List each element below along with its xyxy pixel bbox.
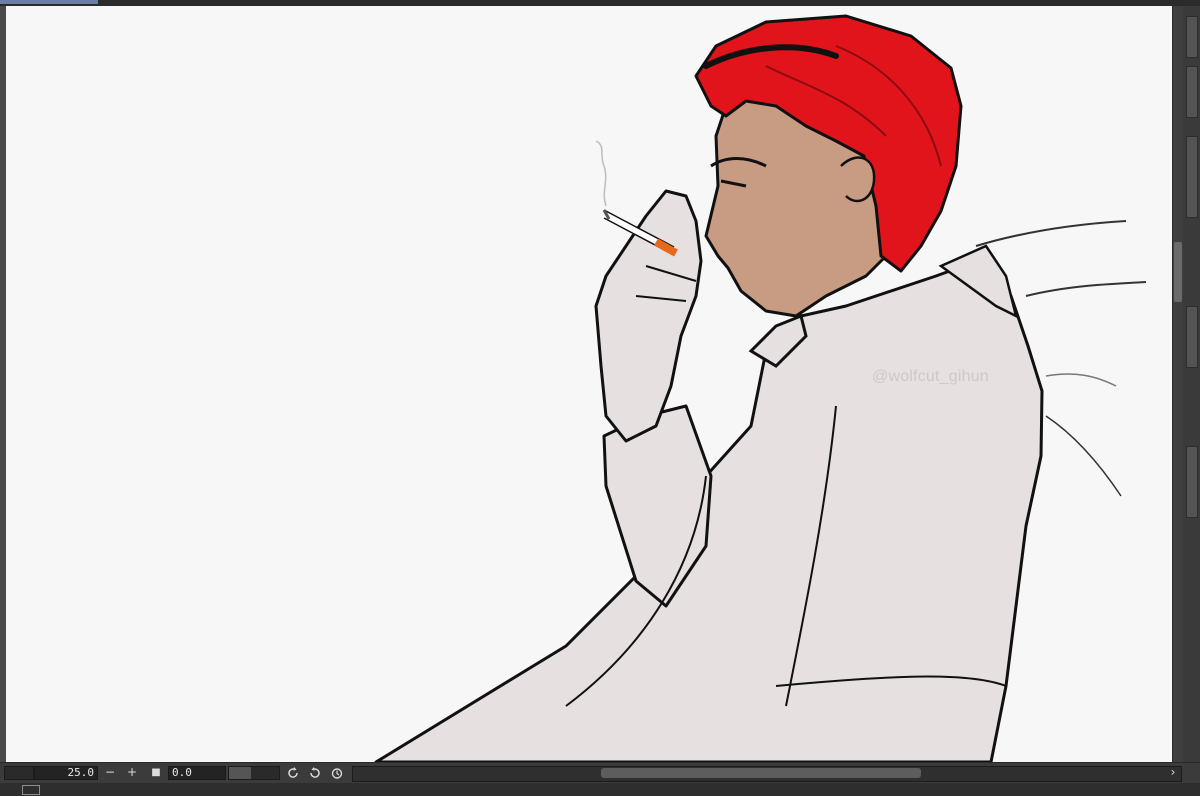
drawing-canvas[interactable]: @wolfcut_gihun [6, 6, 1172, 762]
artist-watermark: @wolfcut_gihun [872, 368, 989, 385]
active-tab-indicator[interactable] [0, 0, 98, 4]
right-panel-segment[interactable] [1186, 306, 1198, 368]
right-panel-segment[interactable] [1186, 66, 1198, 118]
rotation-slider[interactable] [228, 766, 280, 780]
reset-rotation-icon[interactable] [330, 766, 346, 780]
navigator-status-bar: 25.0 − + ■ 0.0 ‹ › [0, 762, 1200, 784]
zoom-out-button[interactable]: − [102, 766, 118, 780]
right-panel-segment[interactable] [1186, 16, 1198, 58]
zoom-input[interactable]: 25.0 [34, 766, 98, 780]
right-panel-segment[interactable] [1186, 446, 1198, 518]
ear-shape [840, 156, 876, 203]
vertical-scrollbar[interactable] [1172, 6, 1183, 762]
horizontal-scroll-thumb[interactable] [601, 768, 921, 778]
bottom-panel-strip [0, 783, 1200, 796]
rotate-cw-icon[interactable] [308, 766, 324, 780]
glove-shape [594, 189, 703, 443]
canvas-viewport: @wolfcut_gihun [6, 6, 1172, 762]
zoom-slider-left[interactable] [4, 766, 34, 780]
paint-app-window: @wolfcut_gihun 25.0 − + ■ 0.0 ‹ [0, 0, 1200, 796]
zoom-in-button[interactable]: + [124, 766, 140, 780]
scroll-right-button[interactable]: › [1168, 766, 1178, 780]
right-panel-segment[interactable] [1186, 136, 1198, 218]
rotation-angle-input[interactable]: 0.0 [168, 766, 226, 780]
fit-screen-button[interactable]: ■ [148, 766, 164, 780]
horizontal-scrollbar[interactable] [352, 766, 1182, 782]
right-panel-edge [1183, 6, 1200, 762]
rotate-ccw-icon[interactable] [286, 766, 302, 780]
artwork [374, 14, 1147, 762]
vertical-scroll-thumb[interactable] [1174, 242, 1182, 302]
panel-toggle-icon[interactable] [22, 785, 40, 795]
